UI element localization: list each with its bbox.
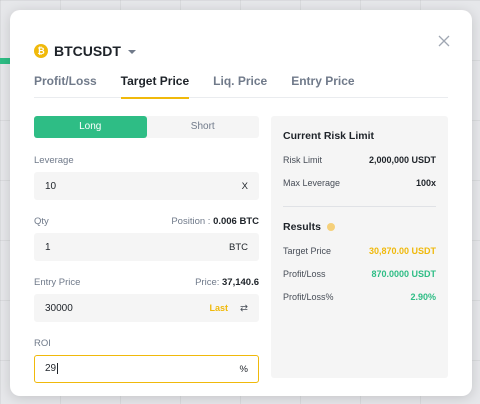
price-hint-value: 37,140.6	[222, 276, 259, 288]
leverage-value: 10	[45, 180, 57, 192]
entry-price-value: 30000	[45, 302, 73, 314]
results-heading: Results	[283, 221, 436, 233]
roi-label: ROI	[34, 337, 51, 349]
target-price-row: Target Price 30,870.00 USDT	[283, 246, 436, 256]
risk-limit-label: Risk Limit	[283, 155, 323, 165]
results-title: Results	[283, 221, 321, 233]
position-hint: Position : 0.006 BTC	[171, 216, 259, 227]
input-panel: Long Short Leverage 10 X Qty Position : …	[34, 116, 259, 383]
calculator-modal: ₿ BTCUSDT Profit/Loss Target Price Liq. …	[10, 10, 472, 396]
results-panel: Current Risk Limit Risk Limit 2,000,000 …	[271, 116, 448, 378]
risk-limit-row: Risk Limit 2,000,000 USDT	[283, 155, 436, 165]
leverage-label: Leverage	[34, 154, 74, 166]
close-icon[interactable]	[438, 35, 450, 47]
divider	[283, 206, 436, 207]
risk-limit-title: Current Risk Limit	[283, 130, 375, 142]
entry-price-label: Entry Price	[34, 276, 81, 288]
pnl-pct-row: Profit/Loss% 2.90%	[283, 292, 436, 302]
pnl-pct-label: Profit/Loss%	[283, 292, 334, 302]
target-price-label: Target Price	[283, 246, 332, 256]
info-icon[interactable]	[326, 223, 335, 231]
roi-value-wrap: 29	[45, 363, 240, 375]
tab-target-price[interactable]: Target Price	[120, 72, 190, 99]
risk-limit-value: 2,000,000 USDT	[368, 155, 436, 165]
qty-unit: BTC	[229, 241, 248, 253]
max-leverage-row: Max Leverage 100x	[283, 178, 436, 188]
qty-value: 1	[45, 241, 51, 253]
target-price-value: 30,870.00 USDT	[368, 246, 436, 256]
position-hint-label: Position :	[171, 215, 211, 227]
tab-liq-price[interactable]: Liq. Price	[213, 72, 267, 98]
leverage-group: Leverage 10 X	[34, 154, 259, 200]
leverage-unit: X	[241, 180, 248, 192]
roi-unit: %	[239, 363, 248, 375]
pnl-pct-value: 2.90%	[410, 292, 436, 302]
symbol-selector[interactable]: ₿ BTCUSDT	[34, 40, 136, 62]
chevron-down-icon	[127, 50, 136, 54]
roi-input[interactable]: 29 %	[34, 355, 259, 383]
long-button[interactable]: Long	[34, 116, 147, 138]
side-toggle: Long Short	[34, 116, 259, 138]
pnl-row: Profit/Loss 870.0000 USDT	[283, 269, 436, 279]
background-candle	[0, 58, 10, 64]
roi-value: 29	[45, 363, 57, 375]
calculator-tabs: Profit/Loss Target Price Liq. Price Entr…	[34, 72, 448, 99]
pnl-value: 870.0000 USDT	[371, 269, 436, 279]
bitcoin-icon: ₿	[34, 44, 48, 58]
position-hint-value: 0.006 BTC	[213, 215, 259, 227]
roi-group: ROI 29 %	[34, 337, 259, 383]
entry-price-input[interactable]: 30000 Last ⇄	[34, 294, 259, 322]
entry-price-group: Entry Price Price: 37,140.6 30000 Last ⇄	[34, 276, 259, 322]
price-hint-label: Price:	[195, 276, 220, 288]
pnl-label: Profit/Loss	[283, 269, 326, 279]
last-price-button[interactable]: Last	[210, 303, 229, 313]
tab-profit-loss[interactable]: Profit/Loss	[34, 72, 97, 98]
qty-group: Qty Position : 0.006 BTC 1 BTC	[34, 215, 259, 261]
qty-input[interactable]: 1 BTC	[34, 233, 259, 261]
price-hint: Price: 37,140.6	[195, 277, 259, 288]
text-cursor	[57, 363, 59, 375]
qty-label: Qty	[34, 215, 49, 227]
leverage-input[interactable]: 10 X	[34, 172, 259, 200]
tab-entry-price[interactable]: Entry Price	[291, 72, 354, 98]
max-leverage-label: Max Leverage	[283, 178, 341, 188]
swap-icon[interactable]: ⇄	[240, 303, 248, 314]
symbol-name: BTCUSDT	[54, 43, 121, 59]
short-button[interactable]: Short	[147, 116, 260, 138]
max-leverage-value: 100x	[415, 178, 436, 188]
